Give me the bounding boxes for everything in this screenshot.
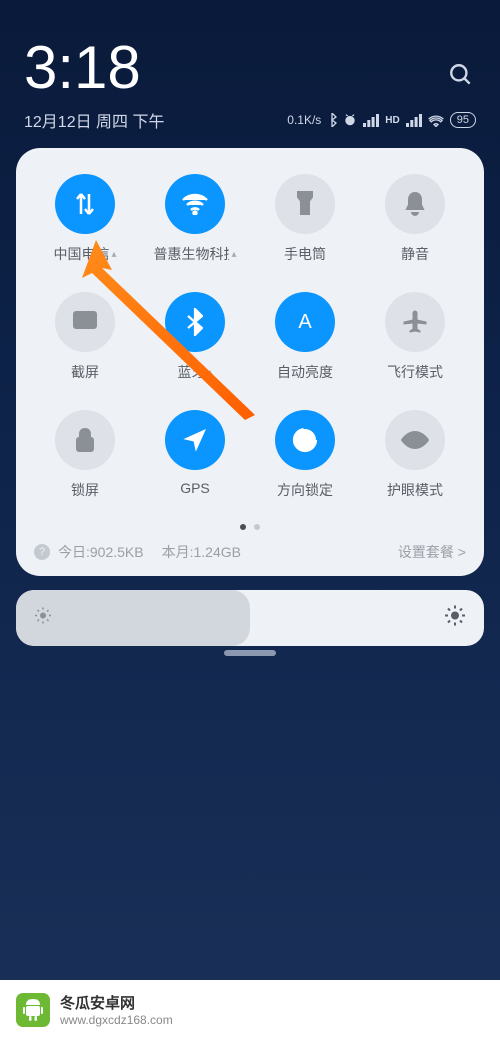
tile-eye-comfort[interactable]: 护眼模式 xyxy=(364,410,466,500)
today-label: 今日: xyxy=(58,544,90,560)
alarm-status-icon xyxy=(343,113,357,127)
clock-time: 3:18 xyxy=(24,38,476,98)
month-value: 1.24GB xyxy=(194,544,241,560)
data-icon xyxy=(55,174,115,234)
rotation-lock-icon xyxy=(275,410,335,470)
battery-badge: 95 xyxy=(450,112,476,128)
tile-label: 自动亮度 xyxy=(277,362,333,382)
airplane-icon xyxy=(385,292,445,352)
search-icon[interactable] xyxy=(448,62,474,93)
tile-label: 手电筒 xyxy=(284,244,326,264)
today-value: 902.5KB xyxy=(90,544,144,560)
tile-label: 蓝牙 xyxy=(177,362,205,382)
quick-settings-panel: 中国电信▴ 普惠生物科技▴ 手电筒 静音 截屏 xyxy=(16,148,484,576)
tile-wifi[interactable]: 普惠生物科技▴ xyxy=(144,174,246,264)
tile-label: 普惠生物科技 xyxy=(153,244,229,264)
month-label: 本月: xyxy=(162,544,194,560)
auto-brightness-icon: A xyxy=(275,292,335,352)
bluetooth-icon xyxy=(165,292,225,352)
wifi-status-icon xyxy=(428,114,444,127)
footer-site-name: 冬瓜安卓网 xyxy=(60,992,173,1013)
signal2-icon xyxy=(406,114,422,127)
page-dot-1 xyxy=(240,524,246,530)
flashlight-icon xyxy=(275,174,335,234)
tile-label: 护眼模式 xyxy=(387,480,443,500)
screenshot-icon xyxy=(55,292,115,352)
status-tray: 0.1K/s HD 95 xyxy=(287,112,476,128)
status-bar: 3:18 12月12日 周四 下午 0.1K/s HD 95 xyxy=(0,0,500,132)
watermark-footer: 冬瓜安卓网 www.dgxcdz168.com xyxy=(0,980,500,1039)
gps-icon xyxy=(165,410,225,470)
plan-link[interactable]: 设置套餐 > xyxy=(398,542,466,562)
page-indicator xyxy=(34,524,466,530)
hd-label: HD xyxy=(385,115,399,126)
eye-icon xyxy=(385,410,445,470)
tile-auto-brightness[interactable]: A 自动亮度 xyxy=(254,292,356,382)
brightness-high-icon xyxy=(444,605,466,632)
footer-site-url: www.dgxcdz168.com xyxy=(60,1013,173,1027)
chevron-icon: ▴ xyxy=(207,367,212,378)
network-speed: 0.1K/s xyxy=(287,113,321,127)
tile-bluetooth[interactable]: 蓝牙▴ xyxy=(144,292,246,382)
tile-label: 飞行模式 xyxy=(387,362,443,382)
tile-label: GPS xyxy=(180,480,210,496)
tile-flashlight[interactable]: 手电筒 xyxy=(254,174,356,264)
tile-lock[interactable]: 锁屏 xyxy=(34,410,136,500)
tile-label: 方向锁定 xyxy=(277,480,333,500)
tile-gps[interactable]: GPS xyxy=(144,410,246,500)
tile-screenshot[interactable]: 截屏 xyxy=(34,292,136,382)
tile-label: 截屏 xyxy=(71,362,99,382)
data-usage-row[interactable]: ? 今日:902.5KB 本月:1.24GB 设置套餐 > xyxy=(34,542,466,562)
date-label: 12月12日 周四 下午 xyxy=(24,108,165,132)
tile-mute[interactable]: 静音 xyxy=(364,174,466,264)
info-icon: ? xyxy=(34,544,50,560)
bluetooth-status-icon xyxy=(327,113,337,127)
tile-mobile-data[interactable]: 中国电信▴ xyxy=(34,174,136,264)
chevron-icon: ▴ xyxy=(111,249,116,260)
panel-handle[interactable] xyxy=(224,650,276,656)
wifi-icon xyxy=(165,174,225,234)
tile-airplane[interactable]: 飞行模式 xyxy=(364,292,466,382)
page-dot-2 xyxy=(254,524,260,530)
tile-label: 静音 xyxy=(401,244,429,264)
tile-grid: 中国电信▴ 普惠生物科技▴ 手电筒 静音 截屏 xyxy=(34,174,466,500)
lock-icon xyxy=(55,410,115,470)
tile-label: 中国电信 xyxy=(53,244,109,264)
bell-icon xyxy=(385,174,445,234)
brightness-low-icon xyxy=(34,607,52,630)
svg-text:A: A xyxy=(298,311,312,333)
footer-logo xyxy=(16,993,50,1027)
signal-icon xyxy=(363,114,379,127)
tile-rotation-lock[interactable]: 方向锁定 xyxy=(254,410,356,500)
brightness-slider[interactable] xyxy=(16,590,484,646)
chevron-icon: ▴ xyxy=(231,249,236,260)
tile-label: 锁屏 xyxy=(71,480,99,500)
